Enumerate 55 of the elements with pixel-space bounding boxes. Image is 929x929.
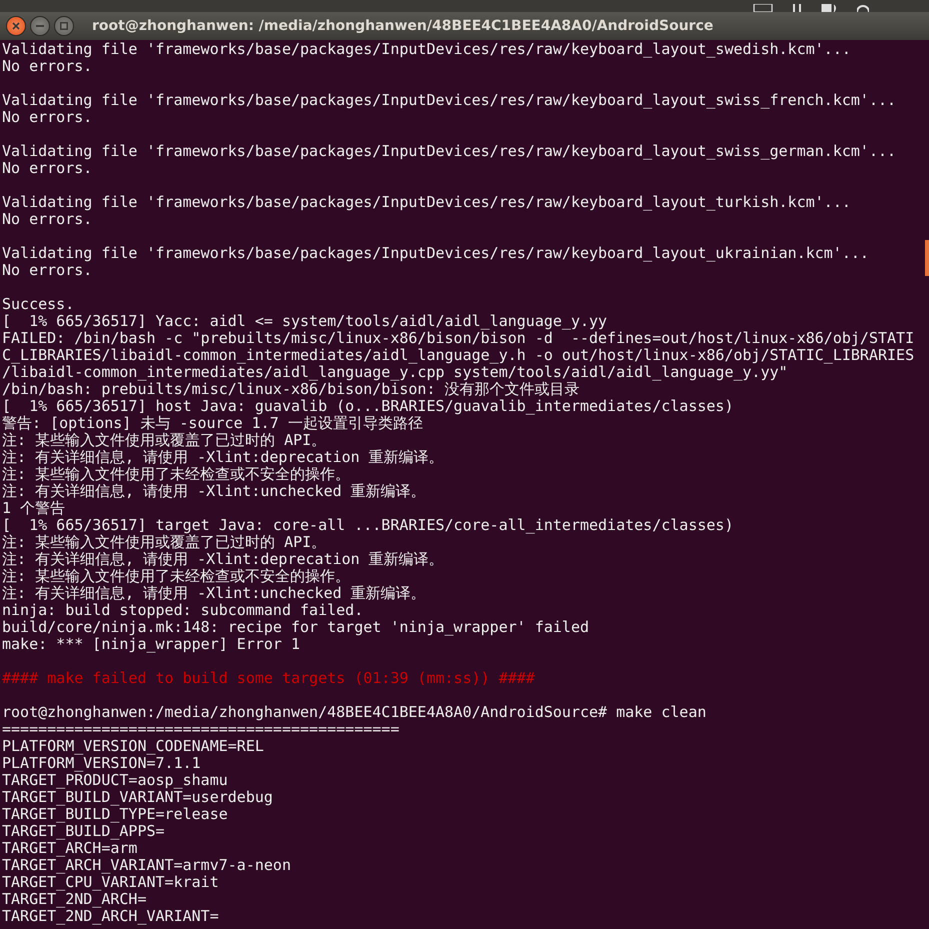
terminal-line: Validating file 'frameworks/base/packages/InputDevices/res/raw/keyboard_layout_swedish.kcm'... [2,41,851,58]
terminal-line: PLATFORM_VERSION_CODENAME=REL [2,738,264,755]
terminal-line: TARGET_BUILD_TYPE=release [2,806,228,823]
terminal-line: make: *** [ninja_wrapper] Error 1 [2,636,300,653]
terminal-line: [ 1% 665/36517] target Java: core-all ...BRARIES/core-all_intermediates/classes) [2,517,734,534]
terminal-line: PLATFORM_VERSION=7.1.1 [2,755,201,772]
terminal-line: 注: 有关详细信息, 请使用 -Xlint:unchecked 重新编译。 [2,483,426,500]
terminal-line: FAILED: /bin/bash -c "prebuilts/misc/linux-x86/bison/bison -d --defines=out/host/linux-x86/obj/STATI [2,330,914,347]
window-title: root@zhonghanwen: /media/zhonghanwen/48BEE4C1BEE4A8A0/AndroidSource [92,18,714,34]
terminal-line: No errors. [2,211,92,228]
terminal-line: 1 个警告 [2,500,66,517]
terminal-line: No errors. [2,109,92,126]
terminal-line: Validating file 'frameworks/base/packages/InputDevices/res/raw/keyboard_layout_swiss_german.kcm'... [2,143,896,160]
terminal-line: root@zhonghanwen:/media/zhonghanwen/48BEE4C1BEE4A8A0/AndroidSource# make clean [2,704,706,721]
terminal-line: build/core/ninja.mk:148: recipe for target 'ninja_wrapper' failed [2,619,589,636]
terminal-line: TARGET_ARCH_VARIANT=armv7-a-neon [2,857,291,874]
close-icon [12,22,20,30]
terminal-line: TARGET_PRODUCT=aosp_shamu [2,772,228,789]
error-line: #### make failed to build some targets (01:39 (mm:ss)) #### [2,670,535,687]
maximize-button[interactable] [54,16,74,36]
terminal-line: TARGET_BUILD_VARIANT=userdebug [2,789,273,806]
terminal-line: 注: 某些输入文件使用了未经检查或不安全的操作。 [2,466,350,483]
terminal-line: TARGET_2ND_ARCH= [2,891,146,908]
terminal-line: /bin/bash: prebuilts/misc/linux-x86/bison/bison: 没有那个文件或目录 [2,381,580,398]
terminal-line: TARGET_CPU_VARIANT=krait [2,874,219,891]
terminal-line: Validating file 'frameworks/base/packages/InputDevices/res/raw/keyboard_layout_turkish.kcm'... [2,194,851,211]
terminal-line: No errors. [2,58,92,75]
scroll-indicator [925,240,929,276]
keyboard-icon[interactable] [753,4,773,12]
terminal-line: No errors. [2,262,92,279]
terminal-line: TARGET_2ND_ARCH_VARIANT= [2,908,219,925]
terminal-line: 注: 某些输入文件使用或覆盖了已过时的 API。 [2,534,326,551]
terminal-line: 注: 有关详细信息, 请使用 -Xlint:deprecation 重新编译。 [2,449,444,466]
terminal-line: [ 1% 665/36517] Yacc: aidl <= system/tools/aidl/aidl_language_y.yy [2,313,608,330]
terminal-line: Validating file 'frameworks/base/packages/InputDevices/res/raw/keyboard_layout_ukrainian.kcm'... [2,245,869,262]
close-button[interactable] [6,16,26,36]
terminal-line: ninja: build stopped: subcommand failed. [2,602,364,619]
terminal-line: 注: 某些输入文件使用了未经检查或不安全的操作。 [2,568,350,585]
terminal-line: TARGET_BUILD_APPS= [2,823,165,840]
terminal-line: ============================================ [2,721,400,738]
terminal-line: TARGET_ARCH=arm [2,840,138,857]
minimize-button[interactable] [30,16,50,36]
terminal-line: C_LIBRARIES/libaidl-common_intermediates/aidl_language_y.h -o out/host/linux-x86/obj/STATIC_LIBRARIES [2,347,914,364]
volume-icon[interactable] [821,4,839,12]
maximize-icon [60,22,68,30]
terminal-line: [ 1% 665/36517] host Java: guavalib (o...BRARIES/guavalib_intermediates/classes) [2,398,734,415]
terminal-line: 注: 有关详细信息, 请使用 -Xlint:unchecked 重新编译。 [2,585,426,602]
terminal-line: Success. [2,296,74,313]
terminal-line: No errors. [2,160,92,177]
terminal-line: 注: 某些输入文件使用或覆盖了已过时的 API。 [2,432,326,449]
terminal-line: 警告: [options] 未与 -source 1.7 一起设置引导类路径 [2,415,423,432]
terminal-line: 注: 有关详细信息, 请使用 -Xlint:deprecation 重新编译。 [2,551,444,568]
terminal-line: Validating file 'frameworks/base/packages/InputDevices/res/raw/keyboard_layout_swiss_french.kcm'... [2,92,896,109]
minimize-icon [36,25,44,27]
terminal-line: /libaidl-common_intermediates/aidl_language_y.cpp system/tools/aidl/aidl_language_y.yy" [2,364,788,381]
